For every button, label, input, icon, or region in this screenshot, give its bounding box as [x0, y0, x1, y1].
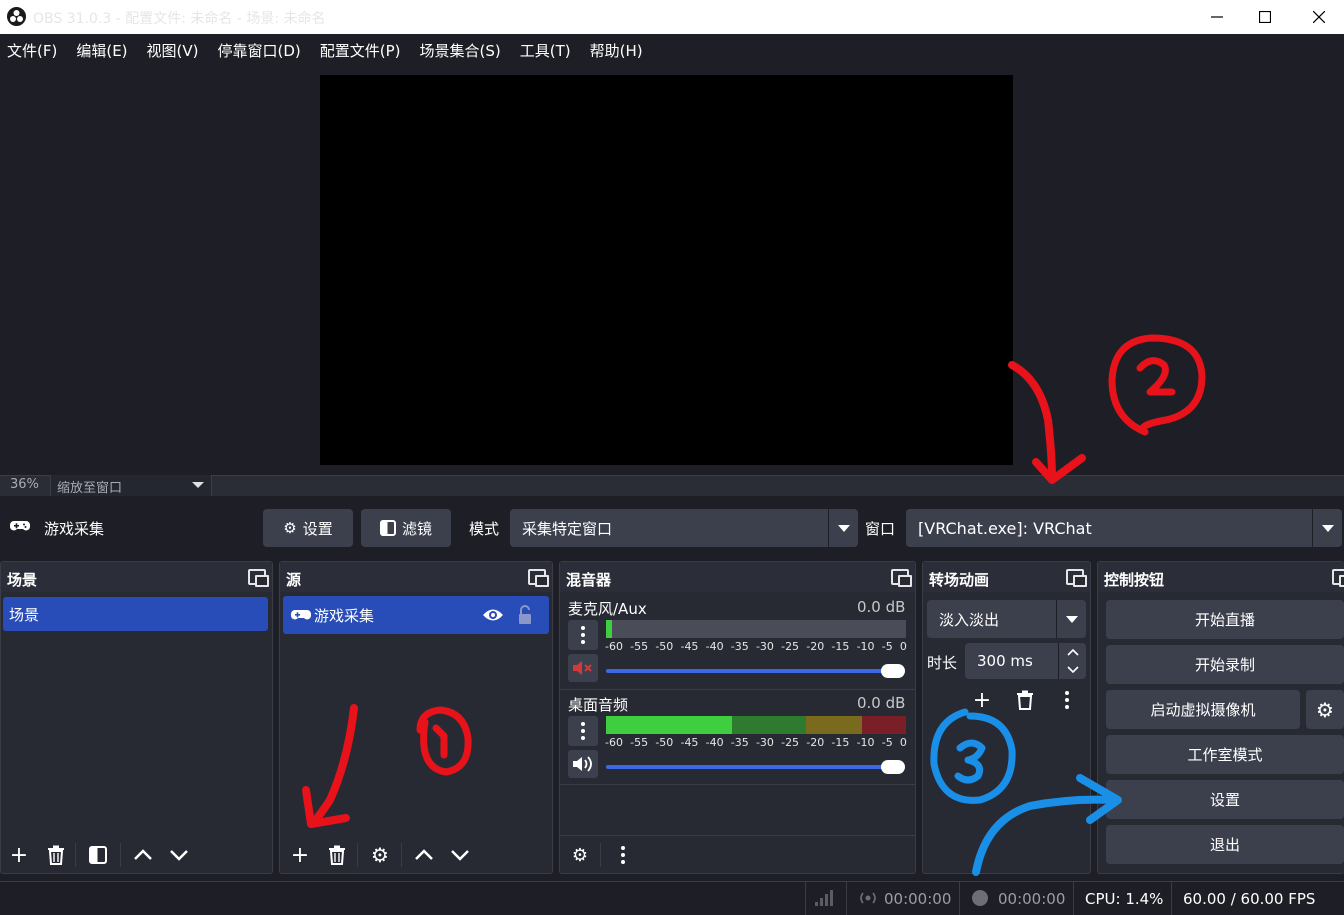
annotation-arrow-1	[302, 704, 358, 828]
annotation-circle-3	[930, 708, 1016, 804]
annotation-arrow-2	[1008, 361, 1086, 484]
annotation-circle-1	[416, 706, 472, 776]
annotation-layer	[302, 334, 1206, 876]
annotation-circle-2	[1108, 334, 1206, 436]
